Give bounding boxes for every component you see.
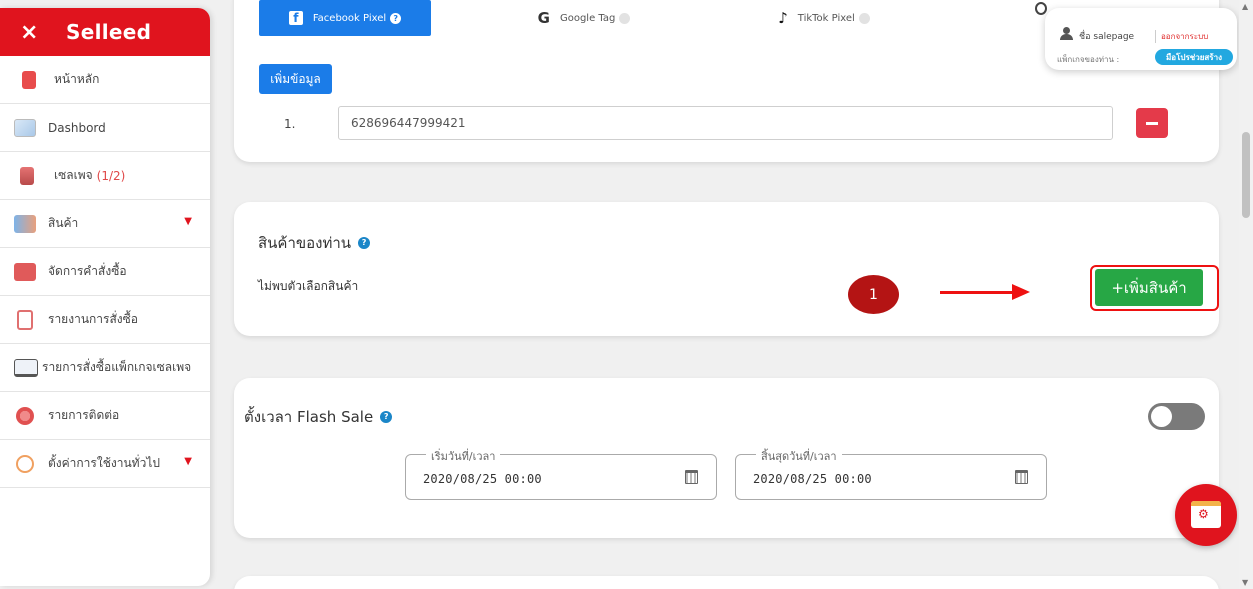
home-icon xyxy=(22,70,36,89)
sidebar-item-label: เซลเพจ xyxy=(54,168,93,182)
sidebar-item-label: รายการติดต่อ xyxy=(48,408,120,422)
tab-facebook-pixel[interactable]: f Facebook Pixel ? xyxy=(259,0,431,36)
start-datetime-field[interactable]: เริ่มวันที่/เวลา 2020/08/25 00:00 xyxy=(405,447,717,500)
logout-link[interactable]: ออกจากระบบ xyxy=(1155,30,1208,43)
settings-icon xyxy=(16,454,34,473)
products-card xyxy=(234,202,1219,336)
products-icon xyxy=(14,214,36,233)
page-scrollbar[interactable]: ▲ ▼ xyxy=(1239,0,1253,589)
sidebar-item-package-orders[interactable]: รายการสั่งซื้อแพ็กเกจเซลเพจ xyxy=(0,344,210,392)
sidebar-item-home[interactable]: หน้าหลัก xyxy=(0,56,210,104)
tab-label: Google Tag xyxy=(559,12,616,24)
flash-sale-card xyxy=(234,378,1219,538)
tab-label: Facebook Pixel xyxy=(312,12,387,24)
add-data-button[interactable]: เพิ่มข้อมูล xyxy=(259,64,332,94)
scrollbar-thumb[interactable] xyxy=(1242,132,1250,218)
flash-sale-title: ตั้งเวลา Flash Sale ? xyxy=(244,405,393,429)
end-datetime-label: สิ้นสุดวันที่/เวลา xyxy=(756,447,842,465)
scroll-up-icon[interactable]: ▲ xyxy=(1242,2,1248,11)
scroll-down-icon[interactable]: ▼ xyxy=(1242,578,1248,587)
sidebar-item-label: ตั้งค่าการใช้งานทั่วไป xyxy=(48,456,160,470)
close-icon[interactable]: × xyxy=(20,20,48,45)
tab-google-tag[interactable]: G Google Tag ? xyxy=(498,0,670,36)
pixel-id-input[interactable] xyxy=(338,106,1113,140)
toggle-knob xyxy=(1151,406,1172,427)
package-orders-icon xyxy=(14,358,38,377)
sidebar-item-label: รายงานการสั่งซื้อ xyxy=(48,312,138,326)
tiktok-icon: ♪ xyxy=(778,9,788,27)
help-icon[interactable]: ? xyxy=(358,237,371,249)
annotation-arrow xyxy=(940,291,1014,294)
next-card xyxy=(234,576,1219,589)
end-datetime-field[interactable]: สิ้นสุดวันที่/เวลา 2020/08/25 00:00 xyxy=(735,447,1047,500)
brand-logo[interactable]: Selleed xyxy=(66,20,151,44)
sidebar-item-label: จัดการคำสั่งซื้อ xyxy=(48,264,127,278)
floating-settings-button[interactable]: ⚙ xyxy=(1175,484,1237,546)
sidebar-item-settings[interactable]: ตั้งค่าการใช้งานทั่วไป ▼ xyxy=(0,440,210,488)
sidebar-item-label: สินค้า xyxy=(48,216,79,230)
google-icon: G xyxy=(537,9,550,27)
contacts-icon xyxy=(16,406,34,425)
order-report-icon xyxy=(17,309,33,330)
products-title-text: สินค้าของท่าน xyxy=(258,234,352,252)
tab-label: TikTok Pixel xyxy=(797,12,855,24)
help-icon: ? xyxy=(390,12,402,24)
end-datetime-value: 2020/08/25 00:00 xyxy=(753,472,872,486)
sidebar: × Selleed หน้าหลัก Dashbord เซลเพจ (1/2)… xyxy=(0,8,210,586)
line-chat-icon[interactable] xyxy=(1035,2,1047,15)
flash-sale-toggle[interactable] xyxy=(1148,403,1205,430)
package-label: แพ็กเกจของท่าน : xyxy=(1057,55,1120,64)
start-datetime-label: เริ่มวันที่/เวลา xyxy=(426,447,501,465)
sidebar-item-contacts[interactable]: รายการติดต่อ xyxy=(0,392,210,440)
tab-tiktok-pixel[interactable]: ♪ TikTok Pixel ? xyxy=(738,0,910,36)
sidebar-item-order-report[interactable]: รายงานการสั่งซื้อ xyxy=(0,296,210,344)
products-section-title: สินค้าของท่าน ? xyxy=(258,231,371,255)
sidebar-item-label: รายการสั่งซื้อแพ็กเกจเซลเพจ xyxy=(42,360,192,374)
row-number: 1. xyxy=(284,117,296,131)
salepage-name: ชื่อ salepage xyxy=(1079,32,1135,42)
sidebar-header: × Selleed xyxy=(0,8,210,56)
chevron-down-icon: ▼ xyxy=(184,216,192,227)
help-icon[interactable]: ? xyxy=(380,411,393,423)
facebook-icon: f xyxy=(288,11,303,25)
start-datetime-value: 2020/08/25 00:00 xyxy=(423,472,542,486)
flash-sale-title-text: ตั้งเวลา Flash Sale xyxy=(244,408,374,426)
user-popup: ชื่อ salepage ออกจากระบบ แพ็กเกจของท่าน … xyxy=(1045,8,1237,70)
no-products-text: ไม่พบตัวเลือกสินค้า xyxy=(258,279,359,293)
user-icon xyxy=(1059,27,1073,40)
gear-icon: ⚙ xyxy=(1198,507,1209,521)
remove-pixel-button[interactable] xyxy=(1136,108,1168,138)
calendar-icon[interactable] xyxy=(1015,470,1028,484)
chevron-down-icon: ▼ xyxy=(184,456,192,467)
step-badge: 1 xyxy=(848,275,899,314)
minus-icon xyxy=(1146,121,1158,125)
calendar-icon[interactable] xyxy=(685,470,698,484)
sidebar-item-label: หน้าหลัก xyxy=(54,72,100,86)
sidebar-item-dashboard[interactable]: Dashbord xyxy=(0,104,210,152)
help-icon: ? xyxy=(619,12,631,24)
help-icon: ? xyxy=(858,12,870,24)
sidebar-item-salepage[interactable]: เซลเพจ (1/2) xyxy=(0,152,210,200)
salepage-icon xyxy=(20,166,34,185)
dashboard-icon xyxy=(14,118,36,137)
annotation-arrow-head xyxy=(1012,284,1030,300)
sidebar-item-label: Dashbord xyxy=(48,120,106,135)
salepage-count: (1/2) xyxy=(96,168,126,183)
settings-window-icon: ⚙ xyxy=(1191,501,1221,528)
sidebar-item-products[interactable]: สินค้า ▼ xyxy=(0,200,210,248)
package-badge[interactable]: มือโปรช่วยสร้าง xyxy=(1155,49,1233,65)
sidebar-item-manage-orders[interactable]: จัดการคำสั่งซื้อ xyxy=(0,248,210,296)
add-product-button[interactable]: +เพิ่มสินค้า xyxy=(1095,269,1203,306)
manage-orders-icon xyxy=(14,262,36,281)
